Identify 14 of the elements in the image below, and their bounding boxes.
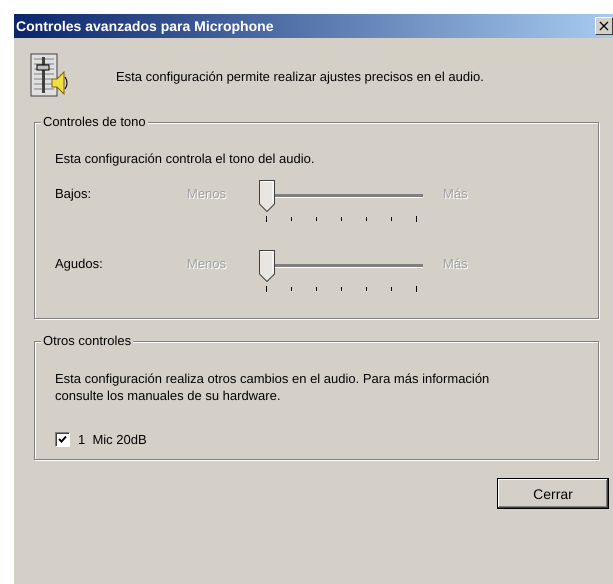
intro-text: Esta configuración permite realizar ajustes precisos en el audio. (116, 68, 484, 84)
slider-label: Bajos: (55, 185, 92, 201)
group-description: Esta configuración controla el tono del audio. (55, 151, 316, 166)
close-dialog-button[interactable]: Cerrar (497, 478, 609, 509)
checkmark-icon (58, 435, 67, 444)
group-description: Esta configuración realiza otros cambios en el audio. Para más información consulte los manuales de su hardware. (55, 370, 490, 404)
checkbox-label: 1 Mic 20dB (78, 432, 147, 447)
group-legend: Otros controles (41, 333, 134, 348)
group-legend: Controles de tono (41, 114, 148, 129)
close-button[interactable]: × (595, 17, 613, 35)
slider-label: Agudos: (55, 255, 104, 271)
window-title: Controles avanzados para Microphone (16, 18, 274, 34)
checkbox[interactable] (55, 432, 70, 447)
mixer-speaker-icon (30, 53, 70, 99)
